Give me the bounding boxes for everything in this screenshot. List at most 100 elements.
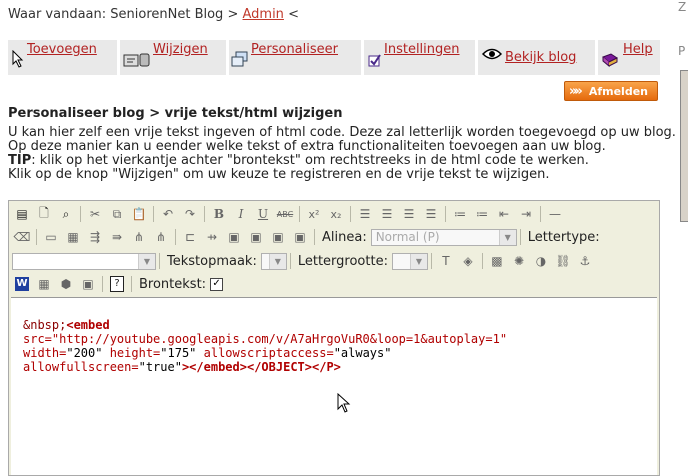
- nav-label[interactable]: Personaliseer: [251, 42, 338, 57]
- source-value: "200": [66, 346, 103, 360]
- toolbar-separator: [540, 206, 541, 222]
- outdent-icon[interactable]: ⇤: [493, 204, 515, 224]
- box-icon[interactable]: ▣: [77, 274, 99, 294]
- cut-icon[interactable]: ✂: [84, 204, 106, 224]
- tekstopmaak-select[interactable]: ▼: [260, 252, 287, 270]
- nav-label[interactable]: Bekijk blog: [505, 50, 576, 65]
- nav-label[interactable]: Instellingen: [384, 42, 460, 57]
- insert-image-icon[interactable]: ▩: [486, 251, 508, 271]
- word-paste-icon[interactable]: W: [11, 274, 33, 294]
- eraser-icon[interactable]: ⌫: [11, 227, 33, 247]
- delete-column-icon[interactable]: ⋔: [150, 227, 172, 247]
- smiley-icon[interactable]: ◑: [530, 251, 552, 271]
- description: U kan hier zelf een vrije tekst ingeven …: [8, 126, 688, 182]
- align-left-icon[interactable]: ☰: [354, 204, 376, 224]
- strikethrough-icon[interactable]: ABC: [274, 204, 296, 224]
- image-icon[interactable]: ▣: [223, 227, 245, 247]
- nav-item-wijzigen[interactable]: Wijzigen: [120, 40, 226, 75]
- lettertype-select[interactable]: ▼: [12, 252, 156, 270]
- table-icon[interactable]: ▭: [40, 227, 62, 247]
- find-icon[interactable]: ⌕: [55, 204, 77, 224]
- nav-item-toevoegen[interactable]: Toevoegen: [8, 40, 117, 75]
- italic-icon[interactable]: I: [230, 204, 252, 224]
- breadcrumb-prefix: Waar vandaan: SeniorenNet Blog >: [8, 7, 239, 22]
- superscript-icon[interactable]: x²: [303, 204, 325, 224]
- book-icon: [601, 52, 619, 72]
- nav-label[interactable]: Wijzigen: [153, 42, 208, 57]
- breadcrumb-admin-link[interactable]: Admin: [242, 7, 283, 22]
- grid-icon[interactable]: ▦: [33, 274, 55, 294]
- align-center-icon[interactable]: ☰: [376, 204, 398, 224]
- source-textarea[interactable]: &nbsp;<embed src="http://youtube.googlea…: [11, 297, 657, 475]
- underline-icon[interactable]: U: [252, 204, 274, 224]
- numbered-list-icon[interactable]: ≔: [449, 204, 471, 224]
- preview-icon[interactable]: 🗋: [33, 204, 55, 224]
- copy-icon[interactable]: ⧉: [106, 204, 128, 224]
- text-color-icon[interactable]: T: [435, 251, 457, 271]
- lettertype-label: Lettertype:: [527, 229, 600, 245]
- right-frame-edge: Z P: [678, 0, 688, 476]
- align-right-icon[interactable]: ☰: [398, 204, 420, 224]
- bullet-list-icon[interactable]: ≔: [471, 204, 493, 224]
- merge-cells-icon[interactable]: ⊏: [179, 227, 201, 247]
- logout-label: Afmelden: [588, 85, 648, 98]
- anchor-icon[interactable]: ⚓: [574, 251, 596, 271]
- tip-label: TIP: [8, 153, 32, 168]
- toolbar-separator: [445, 206, 446, 222]
- nav-item-help[interactable]: Help: [598, 40, 660, 75]
- paste-icon[interactable]: 📋: [128, 204, 150, 224]
- delete-row-icon[interactable]: ⋔: [128, 227, 150, 247]
- description-tip: TIP: klik op het vierkantje achter "bron…: [8, 154, 688, 168]
- toolbar-separator: [175, 229, 176, 245]
- special-char-icon[interactable]: ✺: [508, 251, 530, 271]
- lettergrootte-select[interactable]: ▼: [391, 252, 428, 270]
- toolbar-row-4: W ▦ ⬢ ▣ ? Brontekst: ✓: [11, 273, 224, 295]
- help-icon[interactable]: ?: [106, 274, 128, 294]
- media-icon[interactable]: ▣: [289, 227, 311, 247]
- toolbar-separator: [36, 229, 37, 245]
- horizontal-rule-icon[interactable]: —: [544, 204, 566, 224]
- toolbar-separator: [159, 253, 160, 269]
- brontekst-label: Brontekst:: [139, 276, 207, 292]
- toolbar-separator: [314, 229, 315, 245]
- toolbar-separator: [350, 206, 351, 222]
- frame-icon[interactable]: ▣: [245, 227, 267, 247]
- logout-button[interactable]: »» Afmelden: [564, 81, 658, 101]
- nav-item-personaliseer[interactable]: Personaliseer: [229, 40, 361, 75]
- table-properties-icon[interactable]: ▦: [62, 227, 84, 247]
- indent-icon[interactable]: ⇥: [515, 204, 537, 224]
- toolbar-row-2: ⌫ ▭ ▦ ⇶ ⇛ ⋔ ⋔ ⊏ ⇸ ▣ ▣ ▣ ▣ Alinea: Normal…: [11, 226, 604, 248]
- breadcrumb-suffix: <: [288, 7, 299, 22]
- nav-label[interactable]: Help: [623, 42, 653, 57]
- bold-icon[interactable]: B: [208, 204, 230, 224]
- alinea-select[interactable]: Normal (P) ▼: [370, 228, 517, 246]
- justify-icon[interactable]: ☰: [420, 204, 442, 224]
- undo-icon[interactable]: ↶: [157, 204, 179, 224]
- subscript-icon[interactable]: x₂: [325, 204, 347, 224]
- insert-row-icon[interactable]: ⇶: [84, 227, 106, 247]
- cube-icon[interactable]: ⬢: [55, 274, 77, 294]
- form-icon[interactable]: ▤: [11, 204, 33, 224]
- redo-icon[interactable]: ↷: [179, 204, 201, 224]
- source-value: "true": [138, 360, 182, 374]
- toolbar-separator: [153, 206, 154, 222]
- highlight-icon[interactable]: ◈: [457, 251, 479, 271]
- brontekst-checkbox[interactable]: ✓: [210, 277, 224, 291]
- insert-column-icon[interactable]: ⇛: [106, 227, 128, 247]
- split-cells-icon[interactable]: ⇸: [201, 227, 223, 247]
- edge-fragment: P: [678, 44, 686, 58]
- object-icon[interactable]: ▣: [267, 227, 289, 247]
- chevron-down-icon: ▼: [138, 253, 155, 269]
- checkbox-icon: [368, 52, 382, 72]
- mouse-pointer-icon: [337, 392, 351, 417]
- toolbar-separator: [481, 253, 483, 269]
- nav-item-instellingen[interactable]: Instellingen: [364, 40, 475, 75]
- link-icon[interactable]: ⛓: [552, 251, 574, 271]
- nav-label[interactable]: Toevoegen: [27, 42, 97, 57]
- source-entity: &nbsp;: [23, 318, 67, 332]
- description-line: Klik op de knop "Wijzigen" om uw keuze t…: [8, 167, 550, 182]
- windows-icon: [231, 50, 249, 72]
- source-attr: allowfullscreen=: [23, 360, 139, 374]
- breadcrumb: Waar vandaan: SeniorenNet Blog > Admin <: [8, 7, 299, 22]
- nav-item-bekijk-blog[interactable]: Bekijk blog: [478, 40, 595, 75]
